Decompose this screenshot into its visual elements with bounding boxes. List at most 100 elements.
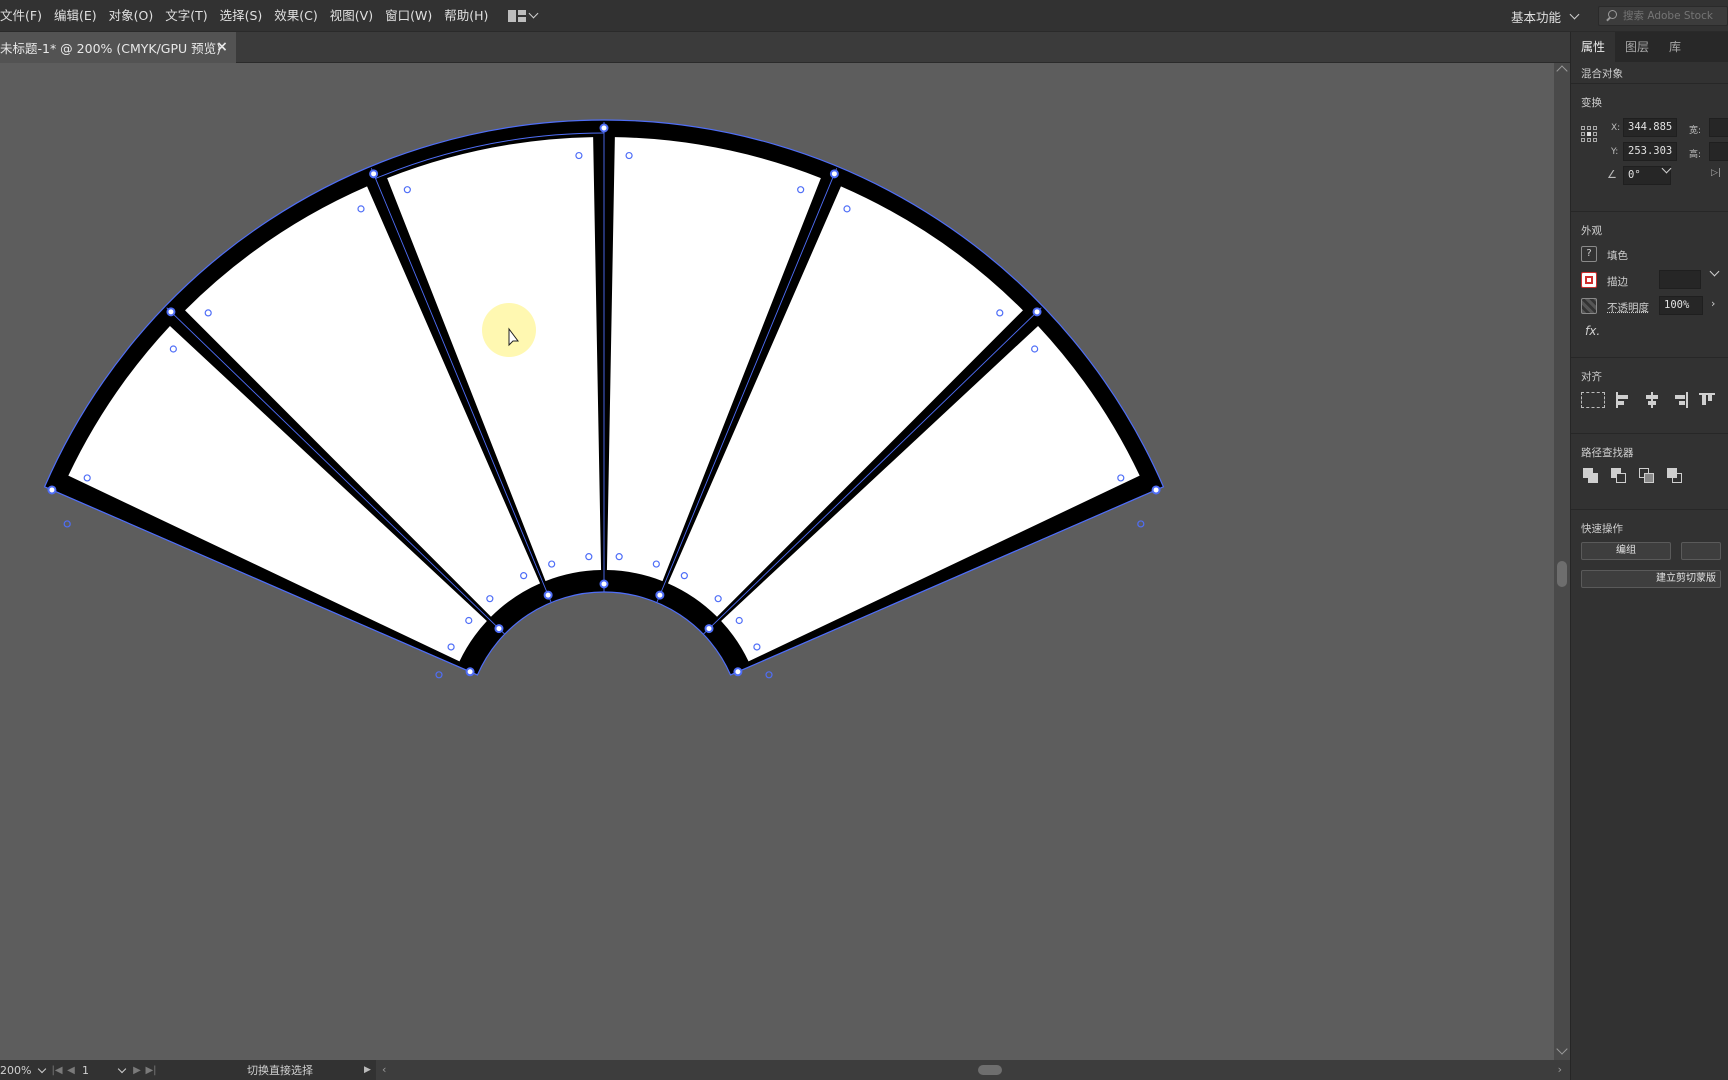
status-text[interactable]: 切换直接选择 (196, 1062, 364, 1078)
scroll-up-icon[interactable] (1556, 65, 1567, 76)
stroke-swatch-icon[interactable] (1581, 272, 1597, 288)
reference-point-icon[interactable] (1581, 126, 1597, 142)
vertical-scrollbar[interactable] (1554, 63, 1570, 1063)
opacity-icon[interactable] (1581, 298, 1597, 314)
anchor-point[interactable] (48, 486, 55, 493)
quick-actions-section: 快速操作 编组 建立剪切蒙版 (1571, 510, 1728, 600)
tab-properties[interactable]: 属性 (1571, 32, 1615, 62)
menu-window[interactable]: 窗口(W) (379, 0, 438, 32)
align-section: 对齐 (1571, 358, 1728, 434)
align-right-icon[interactable] (1671, 392, 1689, 408)
vertical-scroll-thumb[interactable] (1557, 561, 1567, 587)
transform-title: 变换 (1581, 84, 1718, 110)
close-icon[interactable]: × (216, 40, 228, 54)
first-artboard-icon[interactable]: |◀ (50, 1065, 64, 1076)
scroll-right-icon[interactable]: › (1558, 1063, 1562, 1076)
status-menu-icon[interactable]: ▶ (364, 1065, 376, 1075)
last-artboard-icon[interactable]: ▶| (144, 1065, 158, 1076)
menu-view[interactable]: 视图(V) (324, 0, 379, 32)
menu-effect[interactable]: 效果(C) (268, 0, 323, 32)
pathfinder-section: 路径查找器 (1571, 434, 1728, 510)
align-horizontal-center-icon[interactable] (1643, 392, 1661, 408)
anchor-point[interactable] (64, 521, 70, 527)
adobe-stock-search[interactable] (1598, 6, 1728, 26)
height-field[interactable] (1709, 142, 1728, 161)
anchor-point[interactable] (1034, 308, 1041, 315)
chevron-down-icon (1570, 9, 1580, 19)
anchor-point[interactable] (545, 592, 552, 599)
transform-section: 变换 X: 344.885 宽: Y: 253.303 高: ∠ 0° ▷| (1571, 84, 1728, 212)
arrange-documents-button[interactable] (508, 0, 537, 32)
anchor-point[interactable] (766, 672, 772, 678)
fill-swatch-icon[interactable]: ? (1581, 246, 1597, 262)
workspace-switcher[interactable]: 基本功能 (1511, 0, 1578, 32)
zoom-dropdown[interactable] (34, 1060, 50, 1080)
exclude-icon[interactable] (1667, 468, 1683, 484)
horizontal-scrollbar[interactable]: ‹ › (376, 1060, 1570, 1080)
fx-icon[interactable]: fx. (1585, 324, 1600, 338)
anchor-point[interactable] (1138, 521, 1144, 527)
overflow-button[interactable] (1681, 542, 1721, 560)
anchor-point[interactable] (467, 668, 474, 675)
anchor-point[interactable] (370, 170, 377, 177)
align-title: 对齐 (1581, 358, 1718, 384)
make-clipping-mask-button[interactable]: 建立剪切蒙版 (1581, 570, 1721, 588)
anchor-point[interactable] (495, 625, 502, 632)
menu-bar: 文件(F) 编辑(E) 对象(O) 文字(T) 选择(S) 效果(C) 视图(V… (0, 0, 1728, 32)
tab-libraries[interactable]: 库 (1659, 32, 1691, 62)
stroke-weight-field[interactable] (1659, 270, 1701, 289)
anchor-point[interactable] (1153, 486, 1160, 493)
chevron-down-icon (118, 1064, 126, 1072)
align-left-icon[interactable] (1615, 392, 1633, 408)
unite-icon[interactable] (1583, 468, 1599, 484)
minus-front-icon[interactable] (1611, 468, 1627, 484)
stroke-label[interactable]: 描边 (1607, 274, 1628, 289)
align-to-selection-icon[interactable] (1581, 392, 1605, 408)
anchor-point[interactable] (734, 668, 741, 675)
width-field[interactable] (1709, 118, 1728, 137)
chevron-down-icon (38, 1064, 46, 1072)
menu-edit[interactable]: 编辑(E) (48, 0, 103, 32)
next-artboard-icon[interactable]: ▶ (130, 1065, 144, 1076)
quick-actions-title: 快速操作 (1581, 510, 1718, 536)
document-tab[interactable]: 未标题-1* @ 200% (CMYK/GPU 预览) × (0, 32, 236, 63)
fan-artwork[interactable] (0, 63, 1554, 1063)
menu-help[interactable]: 帮助(H) (438, 0, 494, 32)
anchor-point[interactable] (831, 170, 838, 177)
align-top-icon[interactable] (1699, 392, 1717, 408)
chevron-down-icon[interactable] (1710, 267, 1720, 277)
anchor-point[interactable] (601, 125, 608, 132)
menu-object[interactable]: 对象(O) (103, 0, 160, 32)
menu-type[interactable]: 文字(T) (159, 0, 213, 32)
anchor-point[interactable] (436, 672, 442, 678)
intersect-icon[interactable] (1639, 468, 1655, 484)
x-field[interactable]: 344.885 (1623, 118, 1677, 137)
menu-file[interactable]: 文件(F) (0, 0, 48, 32)
opacity-field[interactable]: 100% (1659, 296, 1703, 315)
tab-layers[interactable]: 图层 (1615, 32, 1659, 62)
horizontal-scroll-thumb[interactable] (978, 1065, 1002, 1075)
artboard-dropdown[interactable] (114, 1060, 130, 1080)
zoom-field[interactable]: 200% (0, 1064, 34, 1077)
menu-select[interactable]: 选择(S) (214, 0, 269, 32)
previous-artboard-icon[interactable]: ◀ (64, 1065, 78, 1076)
y-label: Y: (1611, 147, 1618, 157)
properties-panel: 属性 图层 库 混合对象 变换 X: 344.885 宽: Y: 253.303… (1570, 32, 1728, 1080)
anchor-point[interactable] (706, 625, 713, 632)
flip-icon[interactable]: ▷| (1711, 168, 1721, 178)
fill-label: 填色 (1607, 248, 1628, 263)
anchor-point[interactable] (656, 592, 663, 599)
scroll-left-icon[interactable]: ‹ (382, 1063, 386, 1076)
stock-search-input[interactable] (1623, 10, 1727, 22)
artboard-canvas[interactable] (0, 63, 1554, 1063)
chevron-right-icon[interactable]: › (1711, 297, 1715, 310)
scroll-down-icon[interactable] (1556, 1043, 1567, 1054)
document-tab-bar: 未标题-1* @ 200% (CMYK/GPU 预览) × (0, 32, 1570, 63)
anchor-point[interactable] (601, 581, 608, 588)
opacity-label[interactable]: 不透明度 (1607, 300, 1649, 315)
y-field[interactable]: 253.303 (1623, 142, 1677, 161)
search-icon (1603, 10, 1619, 22)
group-button[interactable]: 编组 (1581, 542, 1671, 560)
anchor-point[interactable] (167, 308, 174, 315)
artboard-number-field[interactable]: 1 (78, 1064, 114, 1077)
